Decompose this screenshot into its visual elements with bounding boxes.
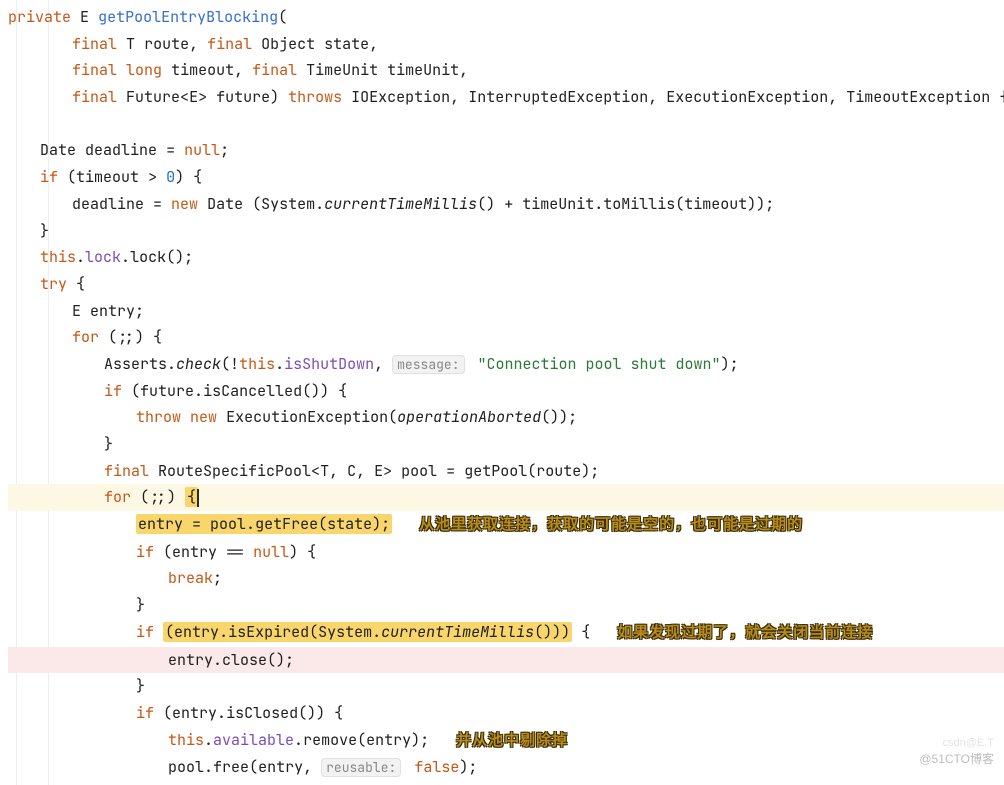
code-editor[interactable]: private E getPoolEntryBlocking( final T …: [0, 0, 1004, 785]
code-line[interactable]: throw new ExecutionException(operationAb…: [8, 404, 1004, 431]
highlight-span: (entry.isExpired(System.currentTimeMilli…: [163, 622, 572, 642]
parameter-hint: message:: [392, 355, 464, 374]
code-line[interactable]: Date deadline = null;: [8, 137, 1004, 164]
caret: [197, 489, 199, 507]
code-line[interactable]: this.available.remove(entry); 并从池中剔除掉: [8, 727, 1004, 755]
keyword-private: private: [8, 7, 71, 27]
code-line[interactable]: E entry;: [8, 298, 1004, 325]
annotation-1: 从池里获取连接，获取的可能是空的，也可能是过期的: [401, 516, 803, 533]
blank-line[interactable]: [8, 111, 1004, 138]
code-line-error[interactable]: entry.close();: [8, 647, 1004, 674]
code-line[interactable]: if (future.isCancelled()) {: [8, 378, 1004, 405]
annotation-2: 如果发现过期了，就会关闭当前连接: [599, 624, 873, 641]
watermark-51cto: @51CTO博客: [919, 749, 994, 770]
code-line[interactable]: this.lock.lock();: [8, 244, 1004, 271]
annotation-3: 并从池中剔除掉: [438, 732, 568, 749]
code-line[interactable]: Asserts.check(!this.isShutDown, message:…: [8, 351, 1004, 378]
code-line[interactable]: if (entry.isExpired(System.currentTimeMi…: [8, 619, 1004, 647]
code-line-highlighted[interactable]: for (;;) {: [8, 484, 1004, 511]
code-line[interactable]: try {: [8, 271, 1004, 298]
code-line[interactable]: }: [8, 218, 1004, 245]
code-line[interactable]: if (timeout > 0) {: [8, 164, 1004, 191]
code-line[interactable]: pool.free(entry, reusable: false);: [8, 754, 1004, 781]
code-line[interactable]: entry = pool.getFree(state); 从池里获取连接，获取的…: [8, 511, 1004, 539]
parameter-hint: reusable:: [321, 758, 401, 777]
code-line[interactable]: for (;;) {: [8, 324, 1004, 351]
code-line[interactable]: final RouteSpecificPool<T, C, E> pool = …: [8, 458, 1004, 485]
highlight-span: entry = pool.getFree(state);: [136, 514, 392, 534]
code-line[interactable]: }: [8, 592, 1004, 619]
code-line[interactable]: final Future<E> future) throws IOExcepti…: [8, 84, 1004, 111]
method-name: getPoolEntryBlocking: [98, 7, 278, 27]
type-E: E: [80, 7, 89, 27]
code-line[interactable]: break;: [8, 565, 1004, 592]
code-line[interactable]: if (entry.isClosed()) {: [8, 700, 1004, 727]
code-line[interactable]: final long timeout, final TimeUnit timeU…: [8, 57, 1004, 84]
code-line[interactable]: deadline = new Date (System.currentTimeM…: [8, 191, 1004, 218]
code-line[interactable]: }: [8, 673, 1004, 700]
code-line[interactable]: }: [8, 431, 1004, 458]
code-line[interactable]: if (entry == null) {: [8, 539, 1004, 566]
code-line[interactable]: private E getPoolEntryBlocking(: [8, 4, 1004, 31]
code-line[interactable]: final T route, final Object state,: [8, 31, 1004, 58]
